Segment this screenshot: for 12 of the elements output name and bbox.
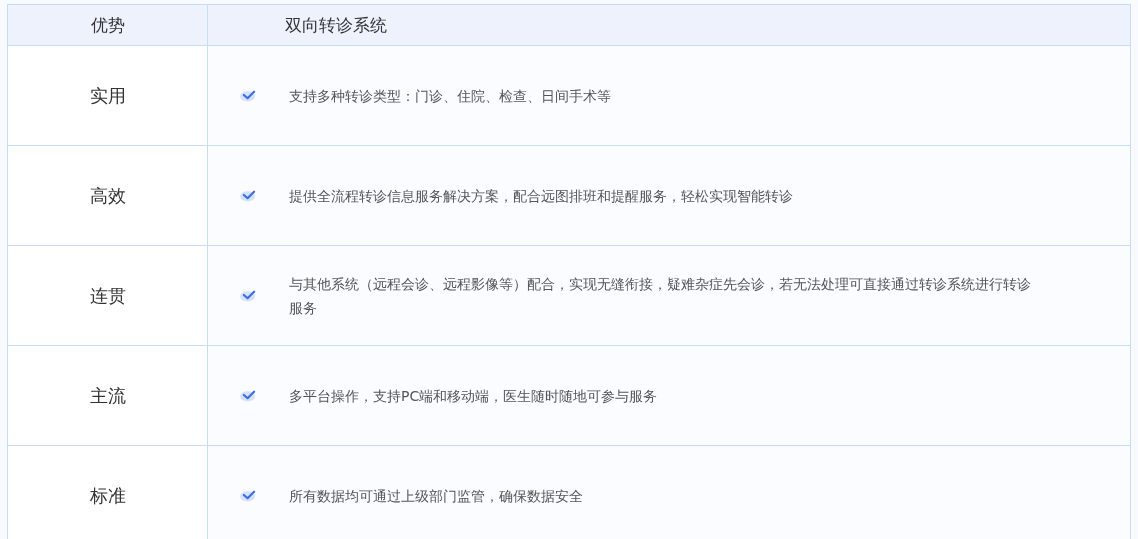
table-cell-text: 提供全流程转诊信息服务解决方案，配合远图排班和提醒服务，轻松实现智能转诊 (289, 186, 793, 206)
check-icon (239, 389, 258, 402)
table-cell-text: 与其他系统（远程会诊、远程影像等）配合，实现无缝衔接，疑难杂症先会诊，若无法处理可直接通过转诊系统进行转诊服务 (289, 274, 1032, 318)
column-header: 双向转诊系统 (284, 13, 388, 37)
table-cell-text: 多平台操作，支持PC端和移动端，医生随时随地可参与服务 (289, 386, 658, 406)
check-icon (239, 489, 258, 502)
table-cell-text: 所有数据均可通过上级部门监管，确保数据安全 (289, 486, 583, 506)
table-cell-text: 支持多种转诊类型：门诊、住院、检查、日间手术等 (289, 86, 611, 106)
check-icon (239, 189, 258, 202)
check-icon (239, 289, 258, 302)
column-header: 优势 (8, 5, 208, 45)
check-icon (239, 89, 258, 102)
